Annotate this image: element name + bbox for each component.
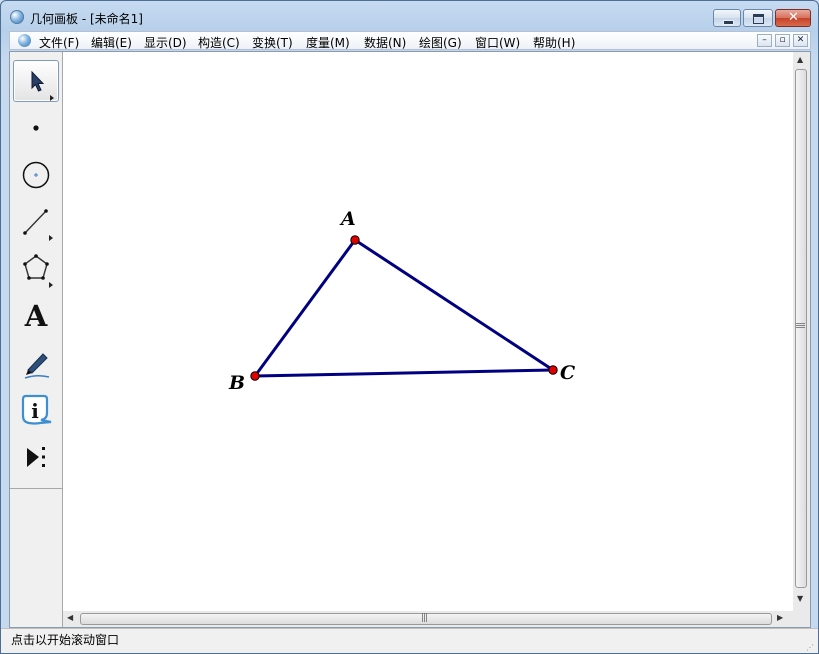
scroll-up-arrow-icon[interactable]: ▲ — [797, 55, 803, 64]
app-window: 几何画板 - [未命名1] ✕ 文件(F) 编辑(E) 显示(D) 构造(C) … — [0, 0, 819, 654]
menu-construct[interactable]: 构造(C) — [198, 34, 240, 51]
status-bar: 点击以开始滚动窗口 ⋰ — [1, 628, 818, 654]
segment-ca[interactable] — [355, 240, 553, 370]
tool-information[interactable]: i — [13, 389, 59, 431]
tool-custom[interactable] — [13, 436, 59, 478]
child-close-button[interactable]: ✕ — [793, 34, 808, 47]
sketch-canvas[interactable]: A B C — [63, 52, 793, 611]
document-icon[interactable] — [18, 34, 31, 47]
menu-bar: 文件(F) 编辑(E) 显示(D) 构造(C) 变换(T) 度量(M) 数据(N… — [9, 31, 811, 50]
straightedge-tool-icon — [13, 201, 59, 243]
status-text: 点击以开始滚动窗口 — [11, 631, 119, 648]
close-button[interactable]: ✕ — [775, 9, 811, 27]
svg-text:i: i — [31, 399, 39, 423]
menu-file[interactable]: 文件(F) — [39, 34, 79, 51]
horizontal-scrollbar[interactable]: ◀ ||| ▶ — [63, 611, 793, 627]
toolbox-divider — [10, 488, 62, 489]
horizontal-scroll-thumb[interactable]: ||| — [80, 613, 772, 625]
tool-point[interactable] — [13, 107, 59, 149]
arrow-select-icon — [14, 61, 60, 103]
child-minimize-button[interactable]: – — [757, 34, 772, 47]
svg-text:A: A — [24, 299, 48, 333]
toolbox: A i — [10, 52, 63, 627]
maximize-button[interactable] — [743, 9, 773, 27]
segment-bc[interactable] — [255, 370, 553, 376]
polygon-tool-icon — [13, 248, 59, 290]
scrollbar-corner — [793, 611, 810, 627]
segment-ab[interactable] — [255, 240, 355, 376]
horizontal-thumb-grip: ||| — [421, 613, 427, 623]
minimize-icon — [723, 20, 734, 25]
vertical-scrollbar[interactable]: ▲ ||| ▼ — [793, 52, 810, 611]
tool-text[interactable]: A — [13, 295, 59, 337]
app-logo-icon[interactable] — [10, 10, 24, 24]
text-tool-icon: A — [13, 295, 59, 337]
information-tool-icon: i — [13, 389, 59, 431]
resize-grip-icon[interactable]: ⋰ — [806, 643, 814, 652]
child-restore-button[interactable]: ▫ — [775, 34, 790, 47]
point-label-b[interactable]: B — [229, 372, 245, 394]
vertical-thumb-grip: ||| — [795, 322, 805, 328]
menu-data[interactable]: 数据(N) — [364, 34, 406, 51]
point-c[interactable] — [549, 366, 557, 374]
menu-display[interactable]: 显示(D) — [144, 34, 187, 51]
tool-select[interactable] — [13, 60, 59, 102]
point-tool-icon — [13, 107, 59, 149]
vertical-scroll-thumb[interactable]: ||| — [795, 69, 807, 588]
close-icon: ✕ — [788, 10, 799, 26]
scroll-right-arrow-icon[interactable]: ▶ — [777, 613, 783, 622]
tool-straightedge[interactable] — [13, 201, 59, 243]
figure-layer — [63, 52, 793, 611]
menu-transform[interactable]: 变换(T) — [252, 34, 293, 51]
custom-tool-icon — [13, 436, 59, 478]
tool-polygon[interactable] — [13, 248, 59, 290]
tool-compass[interactable] — [13, 154, 59, 196]
scroll-down-arrow-icon[interactable]: ▼ — [797, 594, 803, 603]
menu-window[interactable]: 窗口(W) — [475, 34, 520, 51]
point-a[interactable] — [351, 236, 359, 244]
menu-measure[interactable]: 度量(M) — [306, 34, 350, 51]
menu-edit[interactable]: 编辑(E) — [91, 34, 132, 51]
compass-tool-icon — [13, 154, 59, 196]
document-window: A i — [9, 51, 811, 628]
minimize-button[interactable] — [713, 9, 741, 27]
scroll-left-arrow-icon[interactable]: ◀ — [67, 613, 73, 622]
menu-graph[interactable]: 绘图(G) — [419, 34, 462, 51]
point-label-c[interactable]: C — [560, 362, 575, 384]
menu-help[interactable]: 帮助(H) — [533, 34, 575, 51]
marker-tool-icon — [13, 342, 59, 384]
maximize-icon — [753, 14, 764, 24]
title-bar[interactable]: 几何画板 - [未命名1] ✕ — [1, 1, 818, 31]
point-label-a[interactable]: A — [341, 208, 356, 230]
point-b[interactable] — [251, 372, 259, 380]
window-title: 几何画板 - [未命名1] — [30, 10, 143, 27]
tool-marker[interactable] — [13, 342, 59, 384]
